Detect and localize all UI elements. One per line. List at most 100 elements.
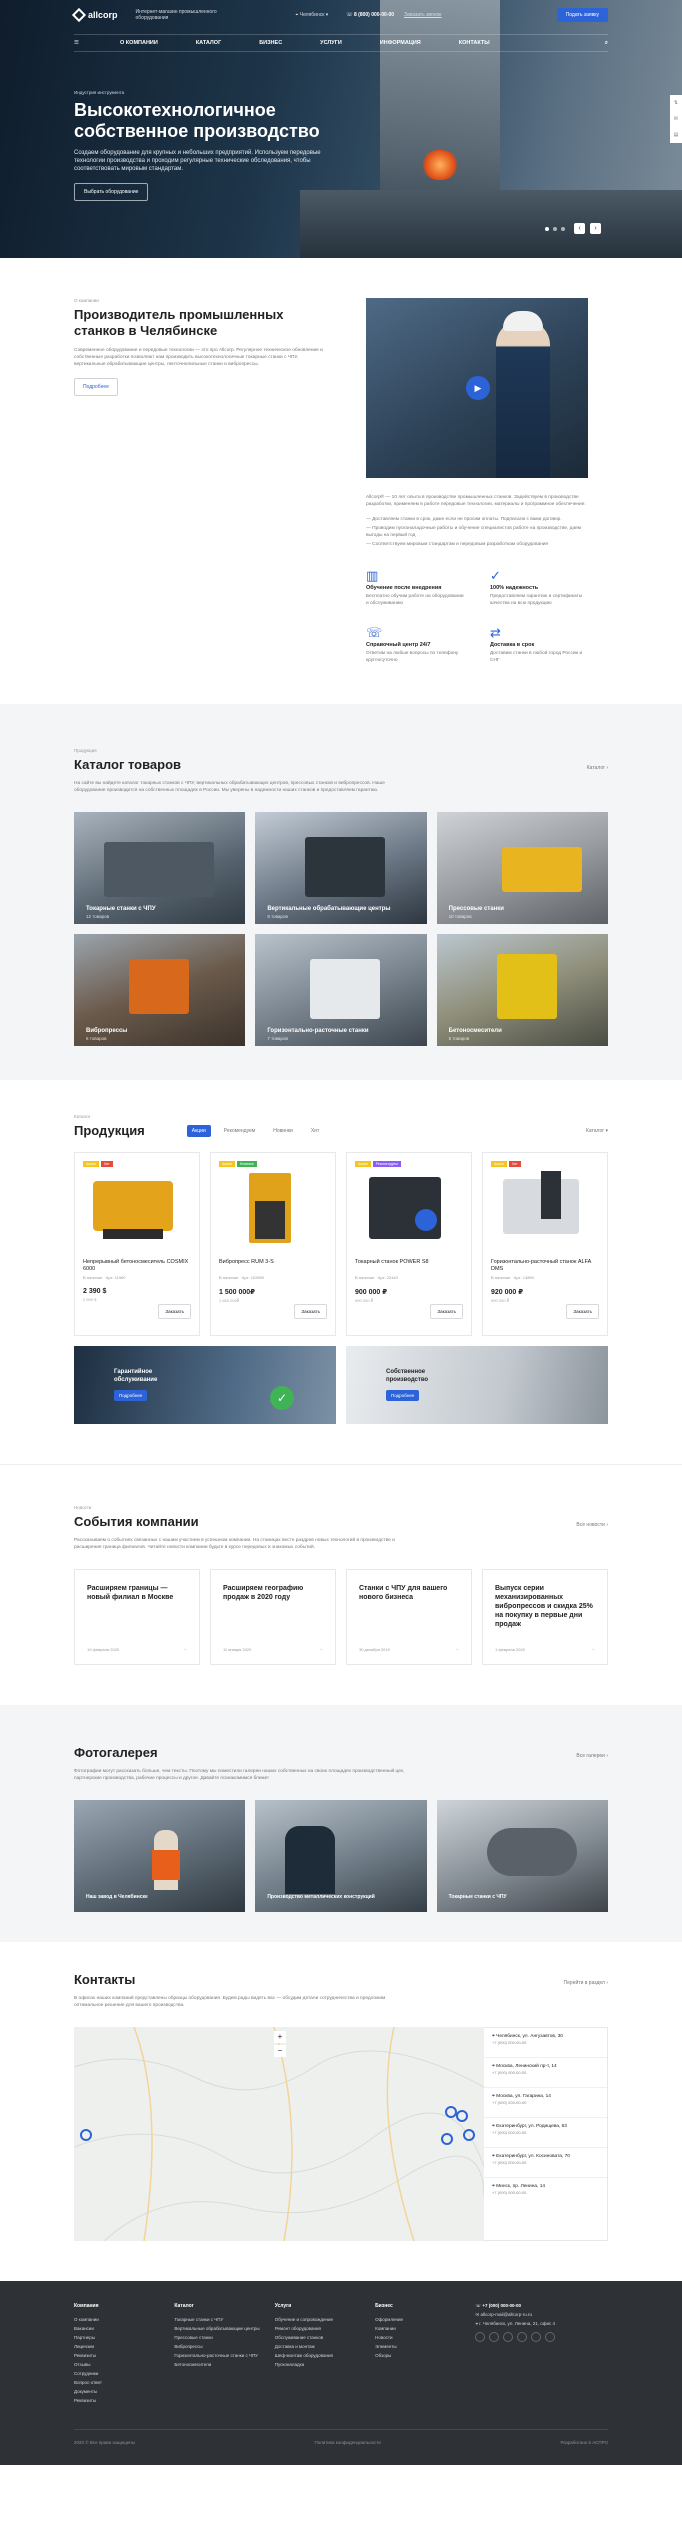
footer-link[interactable]: Доставка и монтаж xyxy=(275,2344,375,2349)
compare-icon[interactable]: ⇅ xyxy=(674,100,678,106)
contacts-more-link[interactable]: Перейти в раздел › xyxy=(564,1980,608,1986)
city-selector[interactable]: ⌖ Челябинск ▾ xyxy=(296,12,329,18)
catalog-card[interactable]: Токарные станки с ЧПУ 12 товаров xyxy=(74,812,246,924)
footer-link[interactable]: Обслуживание станков xyxy=(275,2335,375,2340)
chat-icon[interactable]: ✉ xyxy=(674,116,678,122)
catalog-card[interactable]: Прессовые станки 10 товаров xyxy=(436,812,608,924)
office-item[interactable]: ⌖ Москва, ул. Гагарина, 14 +7 (000) 000-0… xyxy=(484,2088,607,2118)
about-video[interactable]: ▶ xyxy=(366,298,588,478)
instagram-icon[interactable] xyxy=(517,2332,528,2342)
footer-link[interactable]: Прессовые станки xyxy=(174,2335,274,2340)
about-more-button[interactable]: Подробнее xyxy=(74,378,118,396)
odnoklassniki-icon[interactable] xyxy=(545,2332,556,2342)
news-card[interactable]: Расширяем границы — новый филиал в Москв… xyxy=(74,1569,200,1665)
footer-link[interactable]: Отзывы xyxy=(74,2362,174,2367)
footer-link[interactable]: Вертикальные обрабатывающие центры xyxy=(174,2326,274,2331)
footer-link[interactable]: Бетоносмесители xyxy=(174,2362,274,2367)
product-name[interactable]: Горизонтально-расточный станок ALFA DMS xyxy=(491,1259,599,1273)
slider-dot[interactable] xyxy=(545,227,549,231)
developer-link[interactable]: Разработано в АСПРО xyxy=(560,2440,608,2445)
footer-link[interactable]: Обзоры xyxy=(375,2353,475,2358)
slider-dot[interactable] xyxy=(553,227,557,231)
youtube-icon[interactable] xyxy=(531,2332,542,2342)
gallery-card[interactable]: Производство металлических конструкций xyxy=(255,1800,427,1912)
nav-about[interactable]: О компании xyxy=(120,40,158,46)
order-button[interactable]: Заказать xyxy=(566,1304,599,1319)
nav-services[interactable]: Услуги xyxy=(320,40,342,46)
footer-link[interactable]: Шеф-монтаж оборудования xyxy=(275,2353,375,2358)
news-card[interactable]: Расширяем географию продаж в 2020 году 11… xyxy=(210,1569,336,1665)
footer-link[interactable]: Реквизиты xyxy=(74,2398,174,2403)
gallery-card[interactable]: Токарные станки с ЧПУ xyxy=(436,1800,608,1912)
submit-request-button[interactable]: Подать заявку xyxy=(556,8,608,22)
footer-link[interactable]: Вакансии xyxy=(74,2326,174,2331)
warranty-more-button[interactable]: Подробнее xyxy=(114,1390,148,1401)
office-item[interactable]: ⌖ Москва, Ленинский пр-т, 14 +7 (000) 000… xyxy=(484,2058,607,2088)
all-news-link[interactable]: Все новости › xyxy=(576,1522,608,1528)
all-galleries-link[interactable]: Все галереи › xyxy=(576,1753,608,1759)
catalog-card[interactable]: Бетоносмесители 5 товаров xyxy=(436,934,608,1046)
vk-icon[interactable] xyxy=(475,2332,486,2342)
nav-contacts[interactable]: Контакты xyxy=(459,40,490,46)
search-icon[interactable]: ⌕ xyxy=(605,40,608,47)
map-zoom-in-button[interactable]: + xyxy=(274,2031,286,2043)
news-card[interactable]: Станки с ЧПУ для вашего нового бизнеса 30… xyxy=(346,1569,472,1665)
map-zoom-out-button[interactable]: − xyxy=(274,2045,286,2057)
nav-catalog[interactable]: Каталог xyxy=(196,40,221,46)
footer-link[interactable]: О компании xyxy=(74,2317,174,2322)
logo[interactable]: allcorp xyxy=(71,7,118,23)
footer-link[interactable]: Реквизиты xyxy=(74,2353,174,2358)
facebook-icon[interactable] xyxy=(489,2332,500,2342)
tab-hit[interactable]: Хит xyxy=(306,1125,324,1137)
order-button[interactable]: Заказать xyxy=(294,1304,327,1319)
cart-icon[interactable]: ▤ xyxy=(674,132,679,138)
footer-link[interactable]: Вибропрессы xyxy=(174,2344,274,2349)
catalog-card[interactable]: Вибропрессы 6 товаров xyxy=(74,934,246,1046)
footer-link[interactable]: Компании xyxy=(375,2326,475,2331)
catalog-card[interactable]: Горизонтально-расточные станки 7 товаров xyxy=(255,934,427,1046)
product-card[interactable]: Акция Новинка Вибропресс RUM 3-S В наличи… xyxy=(210,1152,336,1336)
footer-link[interactable]: Пусконаладка xyxy=(275,2362,375,2367)
catalog-more-link[interactable]: Каталог › xyxy=(587,765,608,771)
office-item[interactable]: ⌖ Екатеринбург, ул. Косиновата, 70 +7 (00… xyxy=(484,2148,607,2178)
footer-link[interactable]: Токарные станки с ЧПУ xyxy=(174,2317,274,2322)
production-banner[interactable]: Собственное производство Подробнее xyxy=(346,1346,608,1424)
footer-link[interactable]: Документы xyxy=(74,2389,174,2394)
footer-link[interactable]: Обучение и сопровождение xyxy=(275,2317,375,2322)
footer-phone[interactable]: ☏ +7 (000) 000-00-00 xyxy=(475,2303,608,2308)
slider-dot[interactable] xyxy=(561,227,565,231)
play-icon[interactable]: ▶ xyxy=(466,376,490,400)
product-name[interactable]: Вибропресс RUM 3-S xyxy=(219,1259,327,1273)
footer-link[interactable]: Новости xyxy=(375,2335,475,2340)
footer-link[interactable]: Элементы xyxy=(375,2344,475,2349)
footer-link[interactable]: Оформление xyxy=(375,2317,475,2322)
footer-email[interactable]: ✉ allcorp-mail@allcorp-ru.ru xyxy=(475,2312,608,2317)
slider-prev-button[interactable]: ‹ xyxy=(574,223,585,234)
footer-link[interactable]: Ремонт оборудования xyxy=(275,2326,375,2331)
privacy-link[interactable]: Политика конфиденциальности xyxy=(315,2440,381,2445)
order-button[interactable]: Заказать xyxy=(430,1304,463,1319)
office-item[interactable]: ⌖ Минск, пр. Ленина, 14 +7 (000) 000-00-0… xyxy=(484,2178,607,2208)
production-more-button[interactable]: Подробнее xyxy=(386,1390,420,1401)
footer-link[interactable]: Лицензии xyxy=(74,2344,174,2349)
product-name[interactable]: Непрерывный бетоносмеситель COSMIX 6000 xyxy=(83,1259,191,1273)
offices-map[interactable]: + − xyxy=(74,2027,484,2241)
product-name[interactable]: Токарный станок POWER S8 xyxy=(355,1259,463,1273)
tab-new[interactable]: Новинки xyxy=(268,1125,298,1137)
office-item[interactable]: ⌖ Екатеринбург, ул. Родищева, 63 +7 (000)… xyxy=(484,2118,607,2148)
tab-sale[interactable]: Акции xyxy=(186,1124,211,1137)
warranty-banner[interactable]: Гарантийное обслуживание Подробнее ✓ xyxy=(74,1346,336,1424)
callback-link[interactable]: Заказать звонок xyxy=(404,12,441,18)
slider-next-button[interactable]: › xyxy=(590,223,601,234)
order-button[interactable]: Заказать xyxy=(158,1304,191,1319)
catalog-card[interactable]: Вертикальные обрабатывающие центры 8 това… xyxy=(255,812,427,924)
products-more-link[interactable]: Каталог ▾ xyxy=(586,1128,608,1134)
footer-link[interactable]: Горизонтально-расточные станки с ЧПУ xyxy=(174,2353,274,2358)
nav-business[interactable]: Бизнес xyxy=(259,40,282,46)
footer-link[interactable]: Вопрос-ответ xyxy=(74,2380,174,2385)
twitter-icon[interactable] xyxy=(503,2332,514,2342)
tab-recommended[interactable]: Рекомендуем xyxy=(219,1125,260,1137)
menu-icon[interactable]: ☰ xyxy=(74,40,82,46)
gallery-card[interactable]: Наш завод в Челябинске xyxy=(74,1800,246,1912)
news-card[interactable]: Выпуск серии механизированных вибропресс… xyxy=(482,1569,608,1665)
